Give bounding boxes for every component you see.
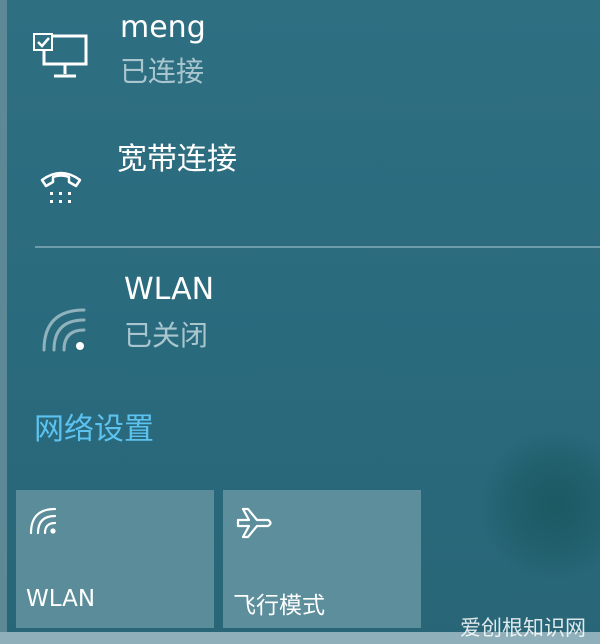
connection-item-wlan[interactable]: WLAN 已关闭 — [0, 262, 600, 372]
quick-action-label: WLAN — [26, 586, 96, 612]
connection-name: 宽带连接 — [117, 142, 237, 177]
quick-action-airplane-mode[interactable]: 飞行模式 — [223, 490, 421, 628]
computer-check-icon — [32, 30, 90, 86]
watermark: 爱创根知识网 — [460, 616, 586, 640]
divider — [35, 246, 600, 248]
connection-name: meng — [120, 10, 206, 45]
connection-name: WLAN — [124, 272, 215, 307]
dialup-phone-icon — [38, 162, 84, 214]
connection-item-broadband[interactable]: 宽带连接 — [0, 120, 600, 230]
quick-action-label: 飞行模式 — [233, 593, 325, 619]
airplane-icon — [235, 506, 275, 544]
network-flyout: meng 已连接 宽带连接 WLAN 已关闭 网络设置 WLAN 飞行模式 爱创… — [0, 0, 600, 644]
background-glow — [480, 430, 600, 580]
wifi-icon — [28, 506, 60, 540]
connection-item-meng[interactable]: meng 已连接 — [0, 0, 600, 110]
quick-action-wlan[interactable]: WLAN — [16, 490, 214, 628]
connection-status: 已关闭 — [124, 319, 209, 352]
wifi-off-icon — [40, 306, 92, 358]
connection-status: 已连接 — [120, 55, 205, 88]
network-settings-link[interactable]: 网络设置 — [34, 410, 154, 450]
